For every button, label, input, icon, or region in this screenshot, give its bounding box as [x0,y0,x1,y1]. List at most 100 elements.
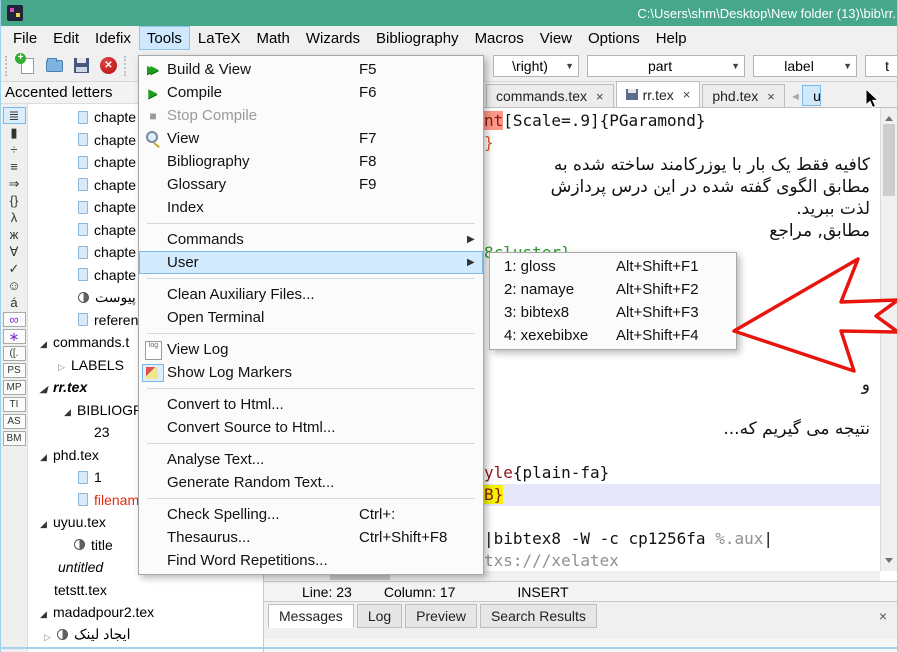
menubar-item-label: Help [656,30,687,47]
tools-menu-item[interactable]: Convert Source to Html... ▶ [139,416,483,439]
tools-menu-item[interactable]: Glossary F9 ▶ [139,173,483,196]
expander-icon[interactable] [40,604,53,620]
expander-icon[interactable] [40,514,53,530]
tools-menu-item[interactable]: Index ▶ [139,196,483,219]
toolbar-combobox[interactable]: t ▼ [865,55,898,77]
code-segment: مطابق, مراجع [769,221,870,241]
structure-tree-item[interactable]: ایجاد لینک [28,624,263,647]
scrollbar-thumb[interactable] [883,124,895,196]
tools-menu-item[interactable]: Bibliography F8 ▶ [139,150,483,173]
toolbar-grip[interactable] [5,56,12,76]
side-panel-icon[interactable]: TI [3,397,26,412]
tools-menu-item[interactable]: Check Spelling... Ctrl+: ▶ [139,503,483,526]
editor-vertical-scrollbar[interactable] [880,108,897,571]
user-submenu-item[interactable]: 3: bibtex8 Alt+Shift+F3 [490,301,736,324]
user-submenu-item[interactable]: 1: gloss Alt+Shift+F1 [490,255,736,278]
user-submenu-item[interactable]: 2: namaye Alt+Shift+F2 [490,278,736,301]
editor-tab[interactable]: commands.tex × [486,84,614,107]
menubar-item[interactable]: Edit [45,26,87,50]
tab-scroll-left-icon[interactable]: ◄ [789,87,802,107]
menubar-item[interactable]: Help [648,26,695,50]
side-panel-icon[interactable]: ([. [3,346,26,361]
side-panel-icon[interactable]: BM [3,431,26,446]
expander-icon[interactable] [40,447,53,463]
menubar-item[interactable]: Options [580,26,648,50]
tools-menu-item[interactable]: Clean Auxiliary Files... ▶ [139,283,483,306]
editor-tab[interactable]: rr.tex × [616,81,701,107]
tools-menu-item[interactable]: Commands ▶ [139,228,483,251]
side-panel-icon[interactable]: ж [3,226,26,243]
toolbar-combobox[interactable]: part ▼ [587,55,745,77]
structure-tree-item[interactable] [28,646,263,652]
side-panel-icon[interactable]: ▮ [3,124,26,141]
side-panel-icon[interactable]: ÷ [3,141,26,158]
menubar-item[interactable]: File [5,26,45,50]
menubar-item[interactable]: Idefix [87,26,139,50]
side-panel-icon[interactable]: PS [3,363,26,378]
new-document-icon [21,58,34,74]
tools-menu-item[interactable]: View F7 ▶ [139,127,483,150]
menubar-item[interactable]: Wizards [298,26,368,50]
toolbar-button[interactable] [95,53,122,79]
side-panel-icon[interactable]: ⇒ [3,175,26,192]
bottom-panel-tab[interactable]: Log [357,604,402,628]
bottom-panel-tab[interactable]: Preview [405,604,477,628]
tools-menu-item[interactable]: Stop Compile ▶ [139,104,483,127]
tab-close-icon[interactable]: × [683,87,691,102]
expander-icon[interactable] [44,627,57,643]
status-bar: Line: 23 Column: 17 INSERT [264,581,897,601]
side-panel-icon[interactable]: ≣ [3,107,26,124]
side-panel-icon[interactable]: ∞ [3,312,26,327]
tools-menu-item[interactable]: Analyse Text... ▶ [139,448,483,471]
tools-menu-item[interactable]: View Log ▶ [139,338,483,361]
structure-tree-item[interactable]: tetstt.tex [28,579,263,602]
structure-tree-item[interactable]: madadpour2.tex [28,601,263,624]
bottom-panel-tab[interactable]: Messages [268,604,354,628]
side-panel-icon[interactable]: AS [3,414,26,429]
side-panel-icon[interactable]: ∀ [3,243,26,260]
menubar-item[interactable]: Bibliography [368,26,467,50]
expander-icon[interactable] [40,334,53,350]
menubar-item[interactable]: View [532,26,580,50]
side-panel-icon[interactable]: á [3,294,26,311]
side-panel-icon[interactable]: {} [3,192,26,209]
tab-overflow-button[interactable]: u [802,85,821,106]
user-submenu-item[interactable]: 4: xexebibxe Alt+Shift+F4 [490,324,736,347]
tools-menu-item[interactable]: Convert to Html... ▶ [139,393,483,416]
bottom-panel-tab[interactable]: Search Results [480,604,597,628]
scroll-up-icon[interactable] [885,112,893,121]
scroll-down-icon[interactable] [885,558,893,567]
tools-menu-item[interactable]: Find Word Repetitions... ▶ [139,549,483,572]
expander-icon[interactable] [58,357,71,373]
expander-icon[interactable] [64,402,77,418]
tab-close-icon[interactable]: × [767,89,775,104]
tools-menu-item[interactable]: User ▶ [139,251,483,274]
toolbar-button[interactable] [14,53,41,79]
menubar-item[interactable]: LaTeX [190,26,249,50]
tools-menu-item[interactable]: Generate Random Text... ▶ [139,471,483,494]
side-panel-icon[interactable]: MP [3,380,26,395]
tools-menu-item[interactable]: Open Terminal ▶ [139,306,483,329]
menubar-item[interactable]: Math [248,26,297,50]
toolbar-button[interactable] [68,53,95,79]
menubar-item[interactable]: Macros [467,26,532,50]
expander-icon[interactable] [40,379,53,395]
side-panel-icon[interactable]: ≡ [3,158,26,175]
menubar-item[interactable]: Tools [139,26,190,50]
side-panel-icon[interactable]: ∗ [3,329,26,344]
toolbar-button[interactable] [41,53,68,79]
side-panel-icon[interactable]: ✓ [3,260,26,277]
tools-menu-item[interactable]: Show Log Markers ▶ [139,361,483,384]
tab-close-icon[interactable]: × [596,89,604,104]
panel-close-icon[interactable]: × [879,608,887,624]
tools-menu-item[interactable]: Thesaurus... Ctrl+Shift+F8 ▶ [139,526,483,549]
title-bar[interactable]: C:\Users\shm\Desktop\New folder (13)\bib… [1,0,897,26]
tools-menu-item[interactable]: Compile F6 ▶ [139,81,483,104]
toolbar-combobox[interactable]: label ▼ [753,55,857,77]
toolbar-combobox[interactable]: \right) ▼ [493,55,579,77]
side-panel-icon[interactable]: ☺ [3,277,26,294]
menu-item-label: Open Terminal [167,309,359,326]
editor-tab[interactable]: phd.tex × [702,84,785,107]
tools-menu-item[interactable]: Build & View F5 ▶ [139,58,483,81]
side-panel-icon[interactable]: λ [3,209,26,226]
